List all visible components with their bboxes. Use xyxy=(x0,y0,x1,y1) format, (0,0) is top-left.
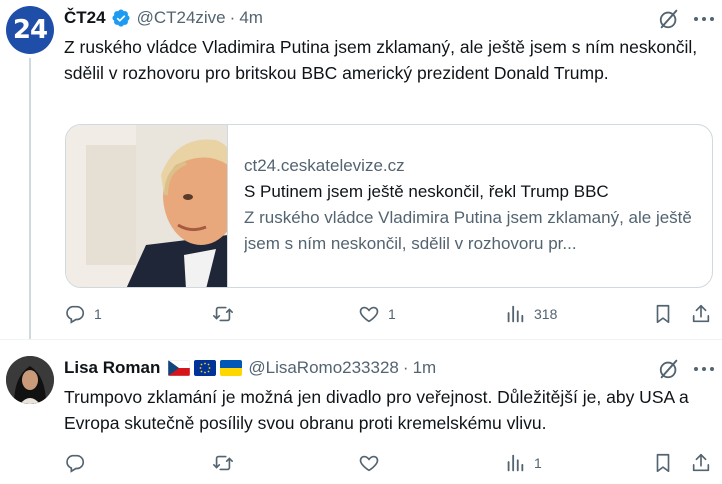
profile-flags xyxy=(164,360,243,376)
reply-icon xyxy=(66,305,85,324)
author-handle[interactable]: @LisaRomo233328 xyxy=(248,358,399,378)
tweet-header: ČT24 @CT24zive · 4m xyxy=(64,8,263,28)
like-icon xyxy=(359,455,379,472)
author-name[interactable]: ČT24 xyxy=(64,8,106,28)
views-button[interactable]: 1 xyxy=(504,452,542,474)
like-count: 1 xyxy=(388,306,396,322)
card-image[interactable] xyxy=(66,125,228,287)
tweet-lisa-roman[interactable]: Lisa Roman @LisaRomo233328 · 1m Trumpovo… xyxy=(0,340,722,484)
avatar-photo xyxy=(6,356,54,404)
bookmark-icon xyxy=(656,453,670,473)
tweet-text: Z ruského vládce Vladimira Putina jsem z… xyxy=(64,37,698,83)
grok-icon[interactable] xyxy=(658,358,680,380)
views-icon xyxy=(507,305,524,323)
author-name[interactable]: Lisa Roman xyxy=(64,358,160,378)
author-handle[interactable]: @CT24zive xyxy=(137,8,226,28)
timestamp[interactable]: 4m xyxy=(239,8,263,28)
tweet-header: Lisa Roman @LisaRomo233328 · 1m xyxy=(64,358,436,378)
timestamp[interactable]: 1m xyxy=(413,358,437,378)
card-domain: ct24.ceskatelevize.cz xyxy=(244,156,405,175)
separator-dot: · xyxy=(229,8,236,27)
share-button[interactable] xyxy=(690,303,712,325)
reply-button[interactable] xyxy=(64,452,94,474)
card-description: Z ruského vládce Vladimira Putina jsem z… xyxy=(244,208,692,253)
action-bar: 1 1 318 xyxy=(64,303,714,327)
czech-flag-icon xyxy=(168,360,191,376)
view-count: 318 xyxy=(534,306,558,322)
views-button[interactable]: 318 xyxy=(504,303,557,325)
portrait-image xyxy=(66,125,227,287)
retweet-button[interactable] xyxy=(212,303,242,325)
bookmark-button[interactable] xyxy=(652,303,674,325)
tweet-text: Trumpovo zklamání je možná jen divadlo p… xyxy=(64,387,689,433)
reply-count: 1 xyxy=(94,306,102,322)
like-icon xyxy=(359,306,379,323)
retweet-icon xyxy=(213,455,233,471)
like-button[interactable] xyxy=(358,452,388,474)
reply-icon xyxy=(66,454,85,473)
reply-button[interactable]: 1 xyxy=(64,303,102,325)
verified-badge-icon xyxy=(112,9,130,27)
grok-icon[interactable] xyxy=(658,8,680,30)
views-icon xyxy=(507,454,524,472)
share-button[interactable] xyxy=(690,452,712,474)
share-icon xyxy=(692,453,710,472)
avatar[interactable]: 24 xyxy=(6,6,54,54)
bookmark-icon xyxy=(656,304,670,324)
thread-line xyxy=(29,58,31,340)
like-button[interactable]: 1 xyxy=(358,303,396,325)
card-body: ct24.ceskatelevize.cz S Putinem jsem ješ… xyxy=(244,153,704,257)
card-title: S Putinem jsem ještě neskončil, řekl Tru… xyxy=(244,182,609,201)
separator-dot: · xyxy=(402,358,409,377)
bookmark-button[interactable] xyxy=(652,452,674,474)
ukraine-flag-icon xyxy=(220,360,243,376)
share-icon xyxy=(692,304,710,323)
more-icon[interactable] xyxy=(694,16,714,22)
link-card[interactable]: ct24.ceskatelevize.cz S Putinem jsem ješ… xyxy=(65,124,713,288)
retweet-icon xyxy=(213,306,233,322)
avatar[interactable] xyxy=(6,356,54,404)
eu-flag-icon xyxy=(194,360,217,376)
view-count: 1 xyxy=(534,455,542,471)
more-icon[interactable] xyxy=(694,366,714,372)
tweet-ct24[interactable]: 24 ČT24 @CT24zive · 4m Z ruského vládce … xyxy=(0,0,722,340)
action-bar: 1 xyxy=(64,452,714,476)
retweet-button[interactable] xyxy=(212,452,242,474)
avatar-logo-text: 24 xyxy=(12,15,48,45)
